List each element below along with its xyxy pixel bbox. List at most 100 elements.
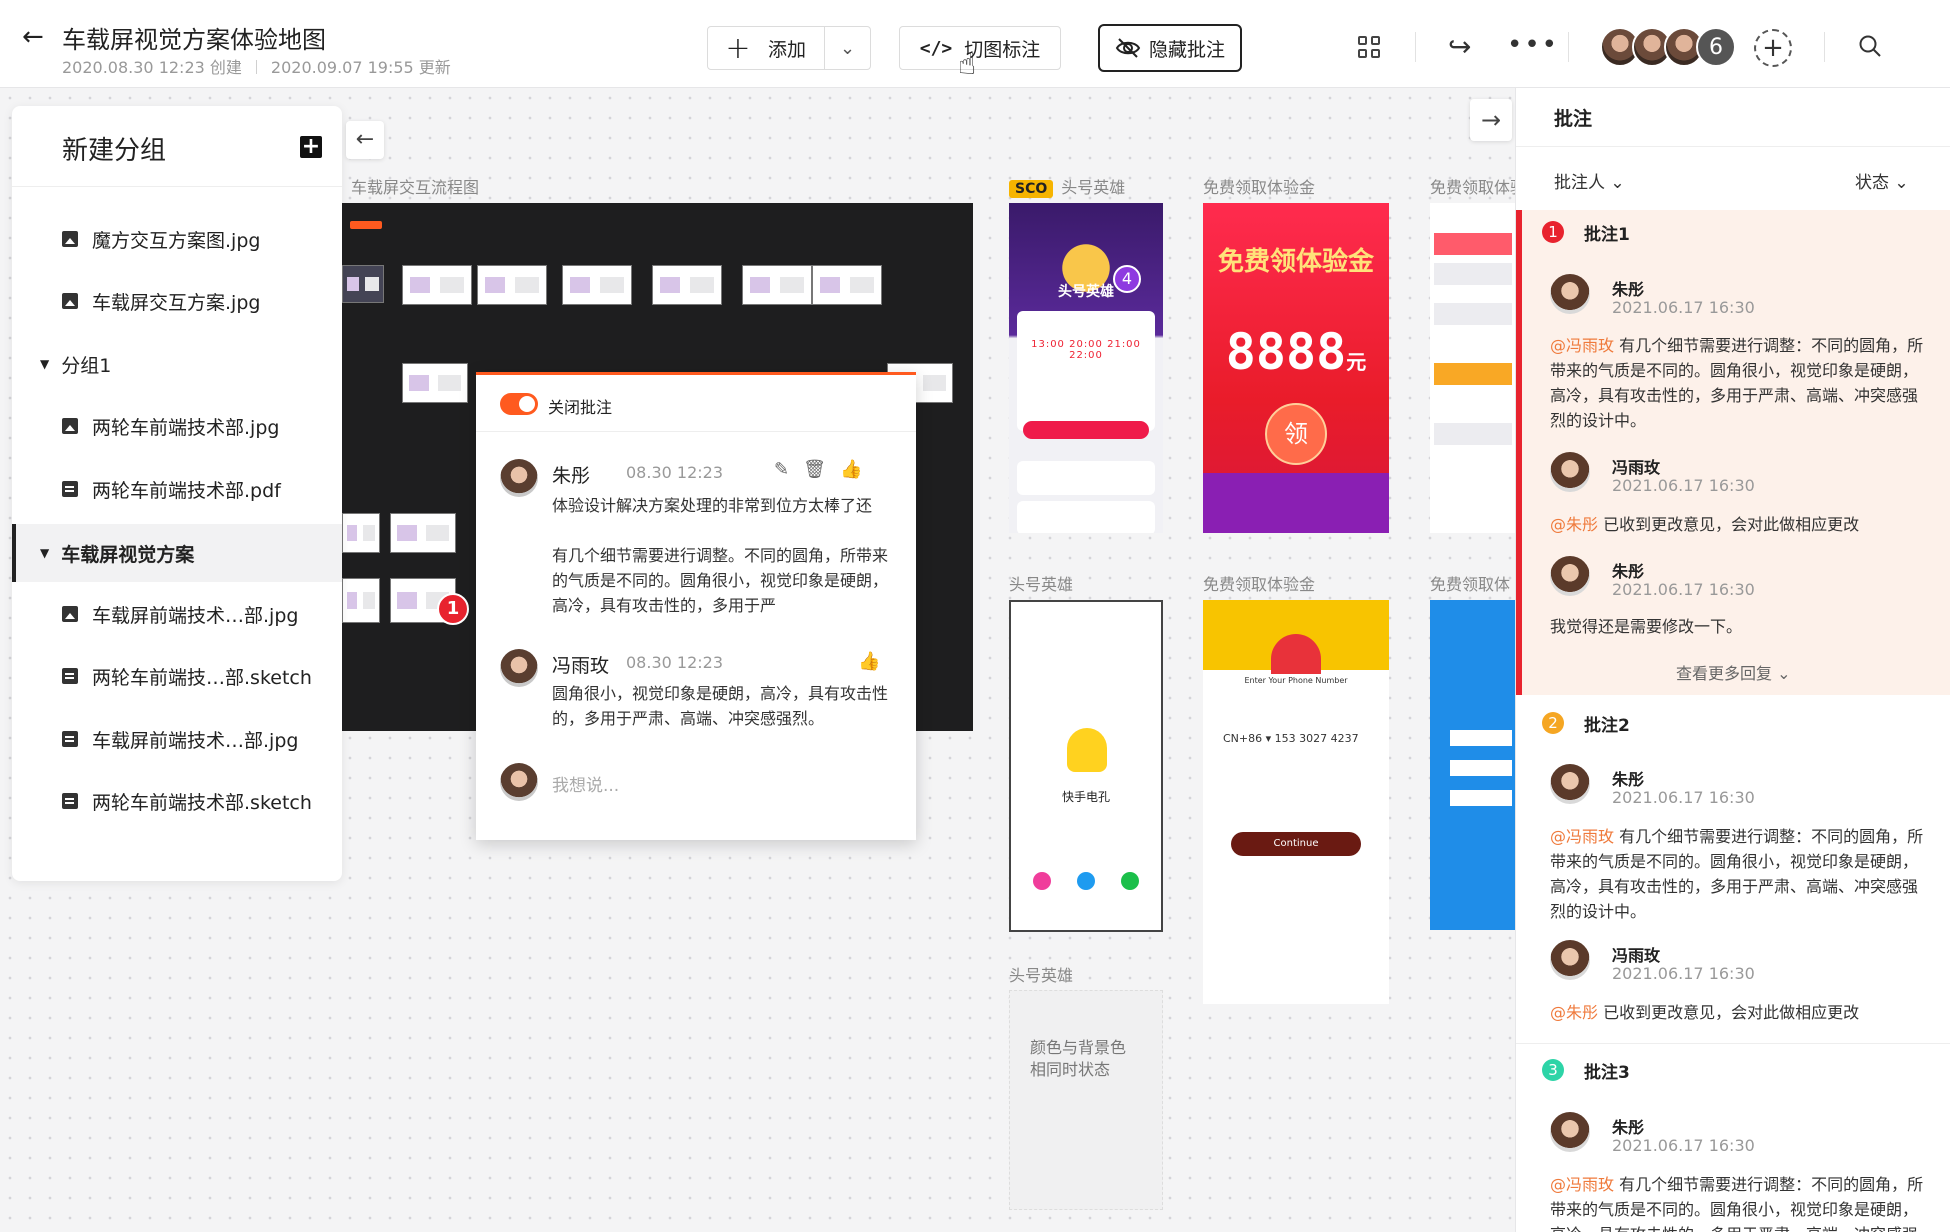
comment-author: 朱彤 [552, 465, 591, 487]
sidebar-item[interactable]: 车载屏交互方案.jpg [12, 272, 342, 330]
flow-thumbnail[interactable] [342, 265, 384, 303]
divider [1568, 32, 1569, 62]
sidebar-item-label: 两轮车前端技术部.sketch [92, 791, 312, 814]
doc-icon [62, 731, 78, 747]
comment-text: 有几个细节需要进行调整。不同的圆角，所带来的气质是不同的。圆角很小，视觉印象是硬… [552, 546, 889, 615]
sidebar-group-active[interactable]: ▼ 车载屏视觉方案 [12, 524, 342, 582]
more-replies-link[interactable]: 查看更多回复 ⌄ [1676, 660, 1791, 684]
sidebar-item[interactable]: 车载屏前端技术…部.jpg [12, 710, 342, 768]
board-label: 头号英雄 [1009, 966, 1074, 985]
reply-author: 冯雨玫 [1612, 458, 1661, 477]
edit-icon[interactable]: ✎ [774, 459, 803, 480]
reply-time: 2021.06.17 16:30 [1612, 964, 1755, 983]
plus-icon[interactable]: + [708, 31, 768, 66]
created-time: 2020.08.30 12:23 创建 [62, 58, 242, 77]
chevron-down-icon[interactable]: ⌄ [824, 27, 870, 69]
annotation-toggle[interactable] [500, 393, 538, 415]
sidebar-item[interactable]: 两轮车前端技…部.sketch [12, 647, 342, 705]
flow-thumbnail[interactable] [342, 513, 380, 553]
share-icon[interactable]: ↪ [1448, 30, 1471, 63]
expand-panel-icon[interactable]: → [1470, 99, 1512, 141]
add-group-icon[interactable]: + [300, 136, 322, 158]
caret-down-icon[interactable]: ▼ [40, 357, 49, 371]
flow-thumbnail[interactable] [342, 578, 380, 623]
collapse-sidebar-icon[interactable]: ← [346, 121, 384, 159]
flow-thumbnail[interactable] [652, 265, 722, 305]
member-count-badge[interactable]: 6 [1696, 27, 1736, 67]
reply-time: 2021.06.17 16:30 [1612, 788, 1755, 807]
add-button-group: + 添加 ⌄ [707, 26, 871, 70]
comment-input[interactable]: 我想说... [552, 771, 619, 796]
login-option-icon [1121, 872, 1139, 890]
reply-text: @冯雨玫 有几个细节需要进行调整：不同的圆角，所带来的气质是不同的。圆角很小，视… [1550, 827, 1924, 921]
schedule-times: 13:00 20:00 21:00 22:00 [1031, 339, 1141, 361]
sidebar-group[interactable]: ▼ 分组1 [12, 335, 342, 393]
sidebar-item-label: 分组1 [61, 354, 112, 377]
like-icon[interactable]: 👍 [840, 459, 876, 480]
delete-icon[interactable]: 🗑 [803, 459, 840, 480]
screen-blue[interactable] [1430, 600, 1515, 930]
sidebar-item[interactable]: 车载屏前端技术…部.jpg [12, 585, 342, 643]
sidebar-item[interactable]: 魔方交互方案图.jpg [12, 210, 342, 268]
annotation-header[interactable]: 1 批注1 [1516, 210, 1950, 254]
sidebar-item[interactable]: 两轮车前端技术部.sketch [12, 772, 342, 830]
board-label: 免费领取体验金 [1203, 178, 1316, 197]
annotation-header[interactable]: 3 批注3 [1516, 1048, 1950, 1092]
panel-title: 批注 [1554, 108, 1593, 130]
placeholder-board[interactable]: 颜色与背景色相同时状态 [1009, 990, 1163, 1210]
placeholder-text: 颜色与背景色相同时状态 [1030, 1038, 1127, 1079]
toggle-label: 关闭批注 [548, 398, 613, 417]
avatar [1550, 1112, 1590, 1152]
annotation-header[interactable]: 2 批注2 [1516, 701, 1950, 745]
sidebar-item-label: 魔方交互方案图.jpg [92, 229, 261, 252]
reply-author: 朱彤 [1612, 770, 1645, 789]
annotation-title: 批注2 [1584, 715, 1630, 736]
divider [476, 431, 916, 432]
screen-shop[interactable] [1430, 203, 1515, 533]
input-field [1450, 730, 1512, 746]
app-name: 快手电孔 [1061, 790, 1110, 804]
annotation-pin[interactable]: 1 [437, 593, 469, 625]
sidebar-item[interactable]: 两轮车前端技术部.jpg [12, 397, 342, 455]
banner [1434, 363, 1512, 385]
filter-person-dropdown[interactable]: 批注人 ⌄ [1554, 168, 1625, 193]
list-item [1434, 423, 1512, 445]
sidebar-item-label: 两轮车前端技术部.jpg [92, 416, 280, 439]
hide-annotations-button[interactable]: 隐藏批注 [1098, 24, 1242, 72]
search-icon[interactable] [1858, 34, 1882, 58]
divider [12, 186, 342, 187]
avatar [1550, 764, 1590, 804]
flow-thumbnail[interactable] [812, 265, 882, 305]
reply-text: @朱彤 已收到更改意见，会对此做相应更改 [1550, 1003, 1860, 1022]
sidebar-item-label: 车载屏前端技术…部.jpg [92, 729, 299, 752]
flow-thumbnail[interactable] [477, 265, 547, 305]
collaborator-avatars[interactable]: 6 [1600, 27, 1736, 67]
list-item [1017, 501, 1155, 533]
flow-thumbnail[interactable] [402, 265, 472, 305]
screen-phone-verify[interactable]: Enter Your Phone Number CN+86 ▾ 153 3027… [1203, 600, 1389, 1004]
screen-hero[interactable]: 头号英雄 4 13:00 20:00 21:00 22:00 [1009, 203, 1163, 533]
like-icon[interactable]: 👍 [858, 651, 894, 672]
code-icon: </> [919, 37, 953, 59]
more-icon[interactable]: ••• [1507, 30, 1559, 60]
filter-status-dropdown[interactable]: 状态 ⌄ [1855, 168, 1909, 193]
flow-thumbnail[interactable] [390, 513, 456, 553]
flow-thumbnail[interactable] [402, 363, 468, 403]
caret-down-icon[interactable]: ▼ [40, 546, 49, 560]
invite-plus-icon[interactable]: + [1754, 29, 1792, 67]
sidebar-item[interactable]: 两轮车前端技术部.pdf [12, 460, 342, 518]
cut-annotate-button[interactable]: </> 切图标注 [899, 26, 1061, 70]
flow-thumbnail[interactable] [562, 265, 632, 305]
reply-text: @朱彤 已收到更改意见，会对此做相应更改 [1550, 515, 1860, 534]
screen-red-packet[interactable]: 免费领体验金 8888元 领 [1203, 203, 1389, 533]
reply-author: 朱彤 [1612, 280, 1645, 299]
screen-login[interactable]: 快手电孔 [1009, 600, 1163, 932]
back-arrow-icon[interactable]: ← [22, 22, 52, 52]
flow-thumbnail[interactable] [742, 265, 812, 305]
add-button[interactable]: 添加 [768, 35, 824, 62]
annotation-number: 1 [1542, 221, 1564, 243]
comment-text: 体验设计解决方案处理的非常到位方太棒了还 [552, 496, 873, 515]
doc-icon [62, 668, 78, 684]
avatar [1550, 452, 1590, 492]
grid-view-icon[interactable] [1358, 36, 1380, 58]
